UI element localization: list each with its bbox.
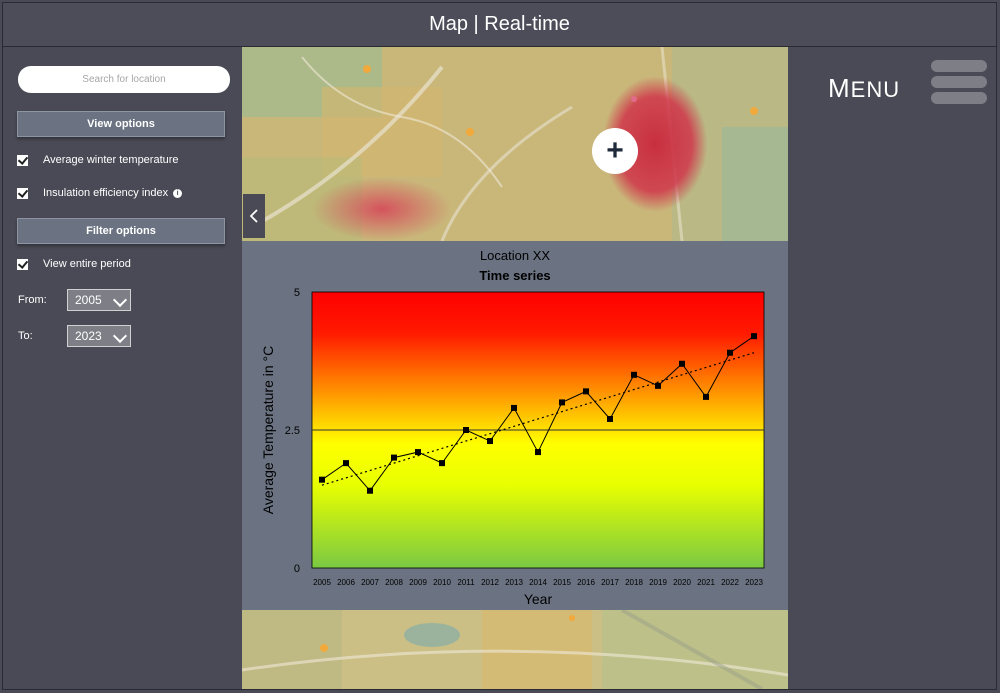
x-tick-label: 2018 bbox=[625, 578, 643, 587]
search-input[interactable] bbox=[18, 66, 230, 93]
x-tick-label: 2015 bbox=[553, 578, 571, 587]
time-series-chart: 0 2.5 5 2005 2006 2007 2008 2009 2010 2011 2012 201… bbox=[260, 287, 765, 607]
hamburger-icon[interactable] bbox=[931, 60, 987, 112]
from-label: From: bbox=[18, 294, 47, 306]
to-year-select[interactable]: 2023 bbox=[67, 325, 131, 347]
to-year-value: 2023 bbox=[75, 329, 102, 343]
chevron-down-icon bbox=[112, 328, 128, 344]
to-label: To: bbox=[18, 330, 33, 342]
data-point bbox=[367, 487, 373, 494]
data-point bbox=[607, 415, 613, 422]
data-point bbox=[751, 333, 757, 340]
x-tick-label: 2023 bbox=[745, 578, 763, 587]
menu-label-first: M bbox=[828, 73, 851, 103]
title-bar: Map | Real-time bbox=[3, 3, 996, 47]
checkbox-checked-icon[interactable] bbox=[17, 258, 28, 270]
x-tick-label: 2010 bbox=[433, 578, 451, 587]
app-window: Map | Real-time View options Average win… bbox=[2, 2, 997, 690]
x-tick-label: 2006 bbox=[337, 578, 355, 587]
data-point bbox=[319, 476, 325, 483]
menu-label-rest: ENU bbox=[850, 77, 901, 102]
menu-panel: MENU bbox=[788, 47, 996, 689]
menu-label[interactable]: MENU bbox=[828, 73, 900, 104]
data-point bbox=[703, 393, 709, 400]
data-point bbox=[631, 371, 637, 378]
checkbox-checked-icon[interactable] bbox=[17, 154, 28, 166]
data-point bbox=[415, 449, 421, 456]
from-year-value: 2005 bbox=[75, 293, 102, 307]
map-background bbox=[242, 610, 788, 689]
filter-options-button[interactable]: Filter options bbox=[17, 218, 225, 244]
checkbox-label: Average winter temperature bbox=[43, 154, 179, 166]
checkbox-label: Insulation efficiency index bbox=[43, 187, 169, 199]
checkbox-average-winter-temperature[interactable]: Average winter temperature bbox=[17, 154, 179, 166]
x-tick-label: 2021 bbox=[697, 578, 715, 587]
data-point bbox=[727, 349, 733, 356]
collapse-sidebar-button[interactable] bbox=[243, 194, 265, 238]
checkbox-insulation-efficiency-index[interactable]: Insulation efficiency index i bbox=[17, 187, 183, 199]
view-options-label: View options bbox=[87, 118, 155, 130]
filter-options-label: Filter options bbox=[86, 225, 156, 237]
data-point bbox=[559, 399, 565, 406]
chevron-down-icon bbox=[112, 292, 128, 308]
data-point bbox=[535, 449, 541, 456]
from-year-select[interactable]: 2005 bbox=[67, 289, 131, 311]
data-point bbox=[463, 427, 469, 433]
y-axis-label: Average Temperature in °C bbox=[260, 346, 276, 515]
x-tick-label: 2017 bbox=[601, 578, 619, 587]
data-point bbox=[511, 404, 517, 411]
chevron-left-icon bbox=[249, 209, 258, 223]
x-tick-label: 2012 bbox=[481, 578, 499, 587]
x-tick-label: 2011 bbox=[457, 578, 475, 587]
view-options-button[interactable]: View options bbox=[17, 111, 225, 137]
data-point bbox=[655, 382, 661, 389]
sidebar: View options Average winter temperature … bbox=[3, 47, 241, 689]
chart-panel: Location XX Time series 0 2.5 5 2005 2006 200… bbox=[242, 241, 788, 610]
plus-icon: + bbox=[606, 134, 624, 167]
data-point bbox=[487, 438, 493, 445]
x-tick-label: 2014 bbox=[529, 578, 547, 587]
x-tick-label: 2016 bbox=[577, 578, 595, 587]
x-axis-label: Year bbox=[524, 591, 553, 607]
x-tick-label: 2022 bbox=[721, 578, 739, 587]
y-tick-label: 5 bbox=[294, 287, 300, 299]
heatmap-map[interactable]: + bbox=[242, 47, 788, 241]
data-point bbox=[439, 460, 445, 467]
y-tick-label: 2.5 bbox=[285, 425, 300, 437]
x-tick-label: 2005 bbox=[313, 578, 331, 587]
x-tick-label: 2019 bbox=[649, 578, 667, 587]
checkbox-label: View entire period bbox=[43, 258, 131, 270]
add-location-button[interactable]: + bbox=[592, 128, 638, 174]
checkbox-checked-icon[interactable] bbox=[17, 187, 28, 199]
data-point bbox=[343, 460, 349, 467]
window-title: Map | Real-time bbox=[429, 13, 570, 35]
x-tick-label: 2020 bbox=[673, 578, 691, 587]
data-point bbox=[583, 388, 589, 395]
checkbox-view-entire-period[interactable]: View entire period bbox=[17, 258, 131, 270]
heatmap-map-bottom[interactable] bbox=[242, 610, 788, 689]
x-tick-label: 2008 bbox=[385, 578, 403, 587]
x-tick-label: 2009 bbox=[409, 578, 427, 587]
info-icon[interactable]: i bbox=[173, 188, 183, 198]
x-tick-label: 2007 bbox=[361, 578, 379, 587]
data-point bbox=[679, 360, 685, 367]
y-tick-label: 0 bbox=[294, 563, 300, 575]
data-point bbox=[391, 454, 397, 461]
map-background bbox=[242, 47, 788, 241]
x-tick-label: 2013 bbox=[505, 578, 523, 587]
